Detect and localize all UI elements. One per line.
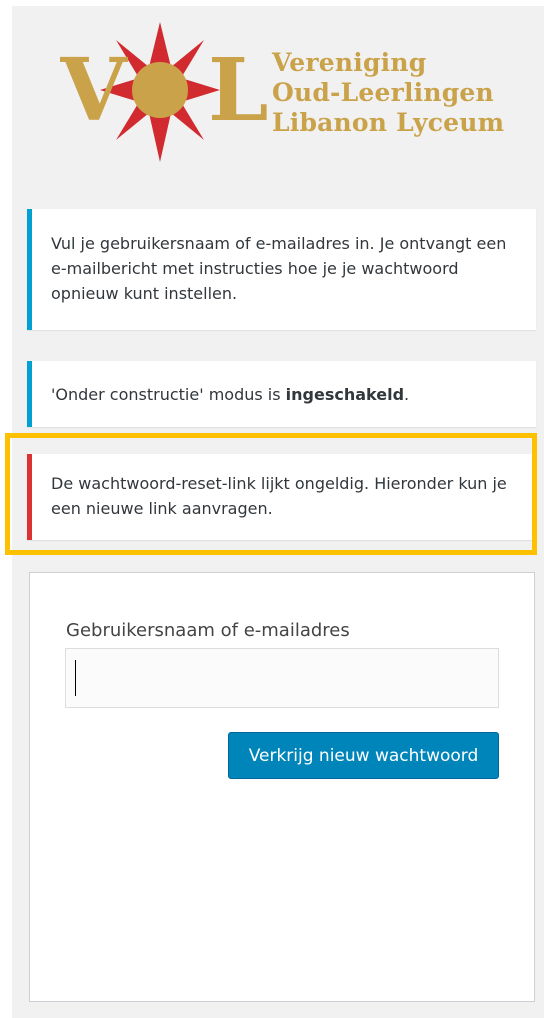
get-new-password-button[interactable]: Verkrijg nieuw wachtwoord — [228, 732, 499, 779]
error-text: De wachtwoord-reset-link lijkt ongeldig.… — [51, 474, 507, 518]
vol-star-logo-icon: V L — [60, 22, 268, 162]
maintenance-status: ingeschakeld — [285, 385, 405, 404]
maintenance-notice: 'Onder constructie' modus is ingeschakel… — [27, 361, 536, 427]
maintenance-suffix: . — [404, 385, 410, 404]
logo-line-3: Libanon Lyceum — [272, 108, 505, 137]
svg-text:V: V — [60, 40, 128, 141]
username-label: Gebruikersnaam of e-mailadres — [66, 620, 350, 641]
logo-text: Vereniging Oud-Leerlingen Libanon Lyceum — [272, 48, 504, 138]
site-logo[interactable]: V L Vereniging Oud-Leerlingen Libanon Ly… — [60, 22, 520, 167]
svg-text:L: L — [208, 40, 268, 141]
instructions-text: Vul je gebruikersnaam of e-mailadres in.… — [51, 234, 507, 303]
lost-password-form: Gebruikersnaam of e-mailadres Verkrijg n… — [29, 572, 535, 1002]
instructions-notice: Vul je gebruikersnaam of e-mailadres in.… — [27, 209, 536, 330]
logo-line-2: Oud-Leerlingen — [272, 78, 494, 107]
invalid-link-error-notice: De wachtwoord-reset-link lijkt ongeldig.… — [27, 454, 536, 540]
text-caret — [75, 660, 76, 696]
maintenance-text: 'Onder constructie' modus is — [51, 385, 286, 404]
username-input[interactable] — [65, 648, 499, 708]
logo-line-1: Vereniging — [272, 48, 427, 77]
